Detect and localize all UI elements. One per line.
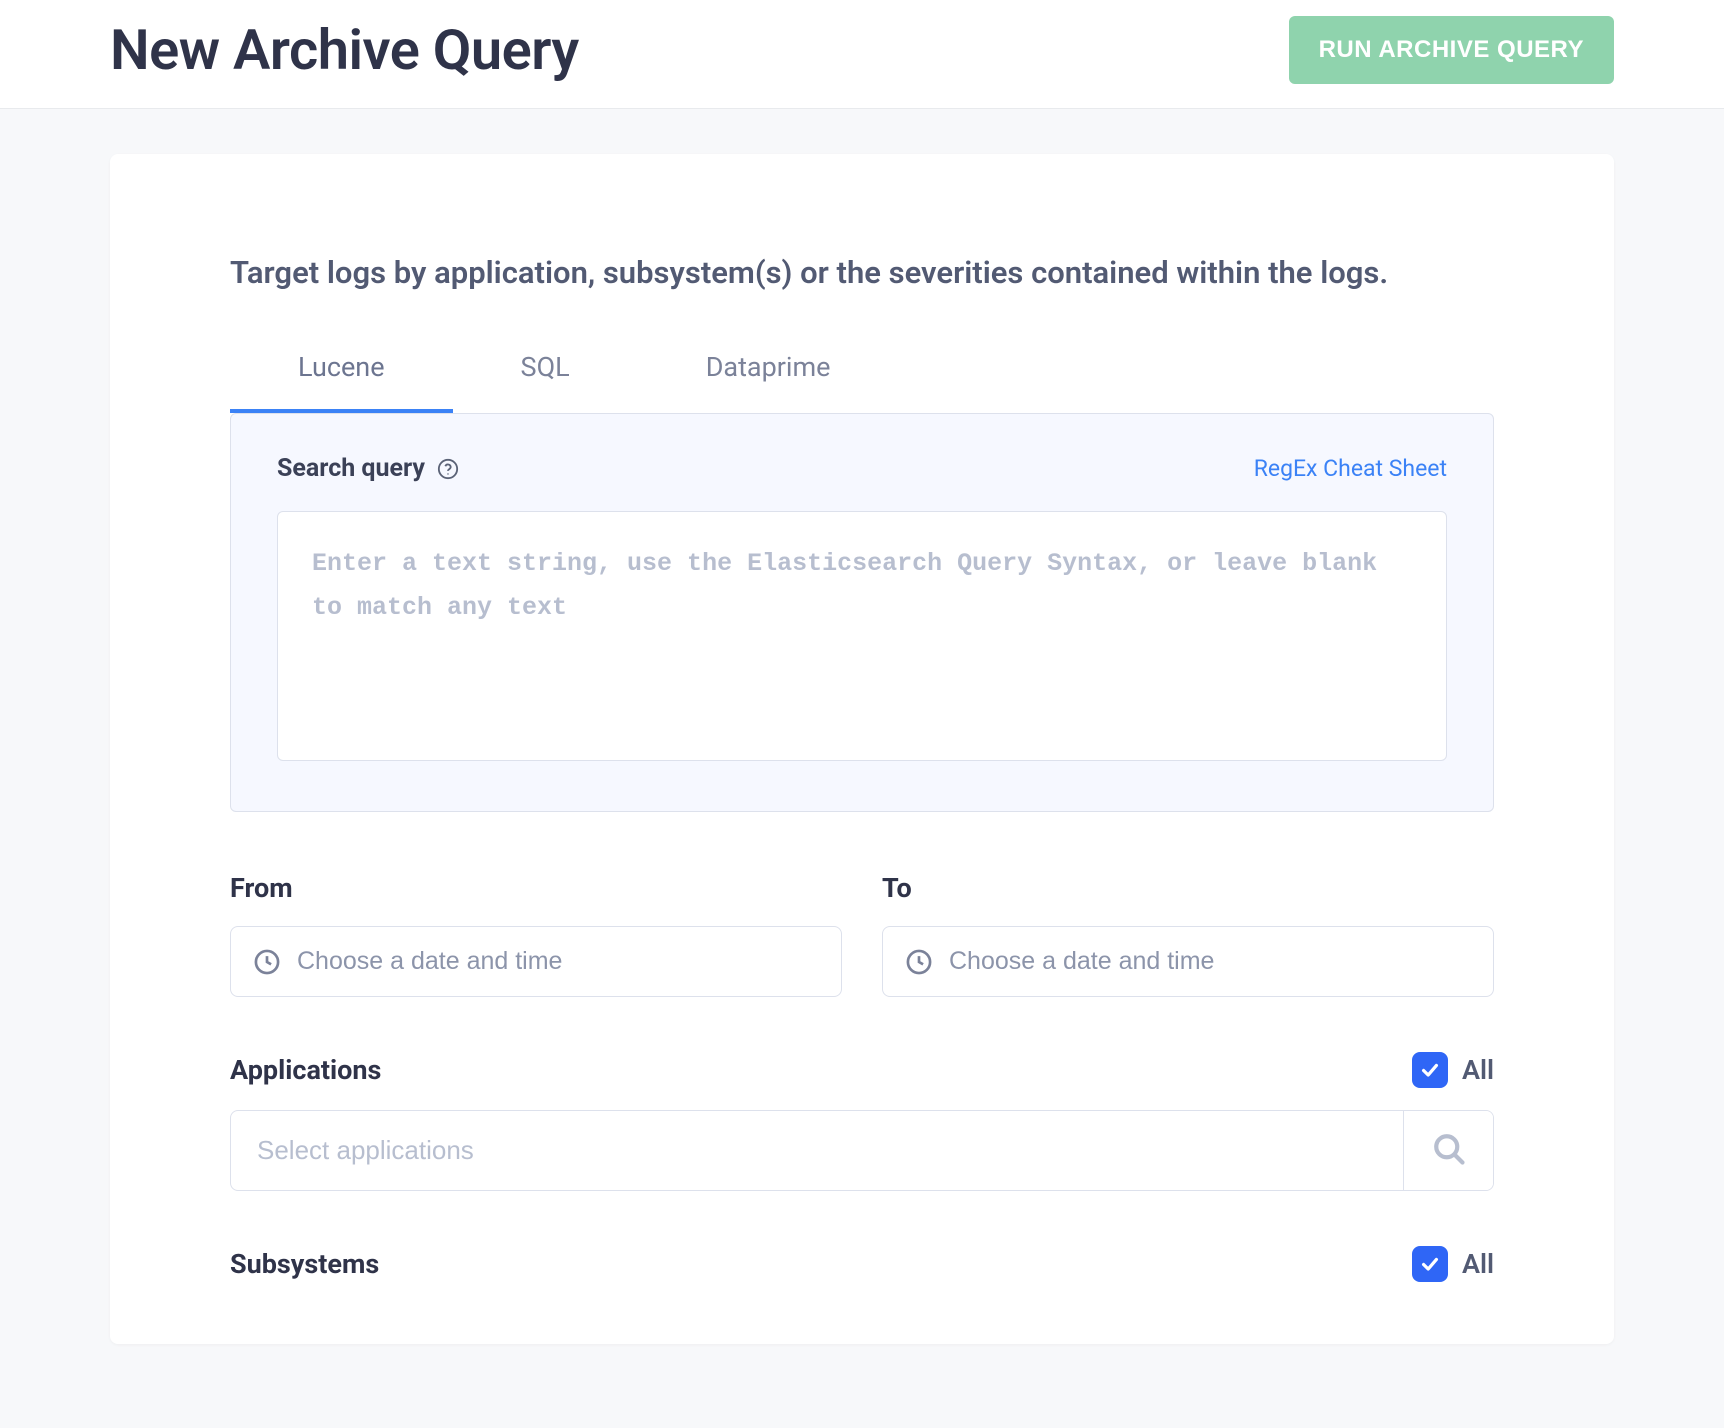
from-label: From: [230, 872, 842, 904]
from-field: From: [230, 872, 842, 997]
run-archive-query-button[interactable]: RUN ARCHIVE QUERY: [1289, 16, 1614, 84]
intro-text: Target logs by application, subsystem(s)…: [230, 254, 1494, 291]
search-query-input[interactable]: [277, 511, 1447, 761]
query-language-tabs: Lucene SQL Dataprime: [230, 351, 1494, 413]
from-date-input[interactable]: [297, 947, 819, 976]
from-input-wrap[interactable]: [230, 926, 842, 997]
search-query-label: Search query: [277, 454, 425, 483]
subsystems-all-wrap: All: [1412, 1246, 1494, 1282]
regex-cheat-sheet-link[interactable]: RegEx Cheat Sheet: [1254, 455, 1447, 482]
applications-search-button[interactable]: [1403, 1111, 1493, 1190]
search-icon: [1431, 1131, 1467, 1171]
to-field: To: [882, 872, 1494, 997]
page-title: New Archive Query: [110, 17, 579, 83]
date-range-row: From To: [230, 872, 1494, 997]
tab-lucene[interactable]: Lucene: [230, 351, 453, 413]
applications-select: [230, 1110, 1494, 1191]
tab-sql[interactable]: SQL: [453, 351, 638, 413]
tab-dataprime[interactable]: Dataprime: [638, 351, 899, 413]
applications-label: Applications: [230, 1054, 381, 1086]
search-query-header: Search query RegEx Cheat Sheet: [277, 454, 1447, 483]
applications-header: Applications All: [230, 1052, 1494, 1088]
to-label: To: [882, 872, 1494, 904]
clock-icon: [905, 948, 933, 976]
applications-all-checkbox[interactable]: [1412, 1052, 1448, 1088]
subsystems-header: Subsystems All: [230, 1246, 1494, 1282]
help-icon[interactable]: [437, 458, 459, 480]
subsystems-all-label: All: [1462, 1248, 1494, 1280]
clock-icon: [253, 948, 281, 976]
top-bar: New Archive Query RUN ARCHIVE QUERY: [0, 0, 1724, 109]
query-card: Target logs by application, subsystem(s)…: [110, 154, 1614, 1344]
applications-input[interactable]: [231, 1111, 1403, 1190]
applications-all-label: All: [1462, 1054, 1494, 1086]
search-query-panel: Search query RegEx Cheat Sheet: [230, 413, 1494, 812]
subsystems-label: Subsystems: [230, 1248, 379, 1280]
applications-all-wrap: All: [1412, 1052, 1494, 1088]
subsystems-all-checkbox[interactable]: [1412, 1246, 1448, 1282]
to-input-wrap[interactable]: [882, 926, 1494, 997]
to-date-input[interactable]: [949, 947, 1471, 976]
search-query-label-wrap: Search query: [277, 454, 459, 483]
